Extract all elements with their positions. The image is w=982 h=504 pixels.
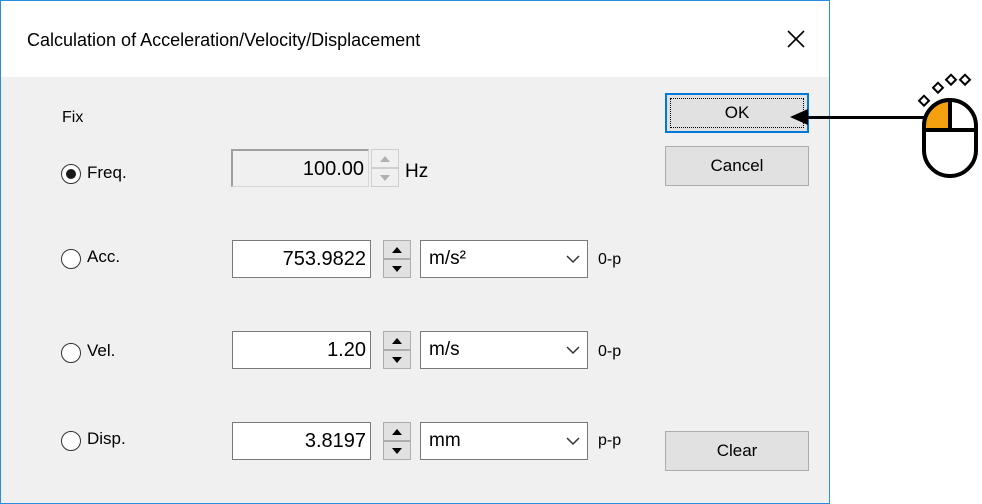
acc-unit-value: m/s²	[429, 248, 466, 269]
freq-label[interactable]: Freq.	[87, 163, 127, 183]
spin-up-icon	[392, 428, 402, 435]
vel-spinner[interactable]	[383, 331, 411, 369]
cancel-button[interactable]: Cancel	[665, 146, 809, 186]
chevron-down-icon	[565, 431, 581, 451]
spin-down-icon	[392, 356, 402, 363]
disp-unit-value: mm	[429, 430, 461, 451]
acc-value-field[interactable]: 753.9822	[232, 240, 371, 278]
acc-spin-up[interactable]	[383, 240, 411, 259]
clear-button[interactable]: Clear	[665, 431, 809, 471]
freq-radio[interactable]	[61, 164, 81, 184]
spin-up-icon	[380, 155, 390, 162]
acc-suffix: 0-p	[598, 251, 622, 268]
disp-spin-up[interactable]	[383, 422, 411, 441]
disp-suffix: p-p	[598, 432, 622, 449]
disp-spinner[interactable]	[383, 422, 411, 460]
freq-value-field: 100.00	[231, 149, 369, 187]
title-bar: Calculation of Acceleration/Velocity/Dis…	[1, 1, 829, 77]
calculation-dialog: Calculation of Acceleration/Velocity/Dis…	[0, 0, 830, 504]
spin-down-icon	[392, 265, 402, 272]
clear-button-label: Clear	[716, 441, 758, 460]
vel-label[interactable]: Vel.	[87, 341, 115, 361]
acc-unit-select[interactable]: m/s²	[420, 240, 588, 278]
acc-label[interactable]: Acc.	[87, 247, 120, 267]
spin-down-icon	[392, 447, 402, 454]
vel-spin-down[interactable]	[383, 350, 411, 369]
vel-radio[interactable]	[61, 343, 81, 363]
acc-spinner[interactable]	[383, 240, 411, 278]
focus-rect	[670, 98, 804, 128]
disp-unit-select[interactable]: mm	[420, 422, 588, 460]
spin-up-icon	[392, 337, 402, 344]
dialog-title: Calculation of Acceleration/Velocity/Dis…	[27, 30, 421, 50]
freq-unit: Hz	[405, 161, 429, 182]
acc-spin-down[interactable]	[383, 259, 411, 278]
arrow-left-icon	[790, 109, 808, 125]
chevron-down-icon	[565, 249, 581, 269]
cancel-button-label: Cancel	[710, 156, 764, 175]
vel-unit-value: m/s	[429, 339, 460, 360]
close-icon	[787, 30, 805, 48]
fix-label: Fix	[62, 109, 84, 126]
acc-radio[interactable]	[61, 249, 81, 269]
freq-spin-down	[371, 168, 399, 187]
vel-value-field[interactable]: 1.20	[232, 331, 371, 369]
disp-label[interactable]: Disp.	[87, 429, 126, 449]
vel-unit-select[interactable]: m/s	[420, 331, 588, 369]
chevron-down-icon	[565, 340, 581, 360]
spin-down-icon	[380, 174, 390, 181]
vel-spin-up[interactable]	[383, 331, 411, 350]
disp-radio[interactable]	[61, 431, 81, 451]
ok-button[interactable]: OK	[665, 93, 809, 133]
spin-up-icon	[392, 246, 402, 253]
disp-value-field[interactable]: 3.8197	[232, 422, 371, 460]
disp-spin-down[interactable]	[383, 441, 411, 460]
mouse-click-icon	[917, 73, 978, 178]
vel-suffix: 0-p	[598, 343, 622, 360]
close-button[interactable]	[771, 17, 821, 61]
freq-spin-up	[371, 149, 399, 168]
freq-spinner	[371, 149, 399, 187]
